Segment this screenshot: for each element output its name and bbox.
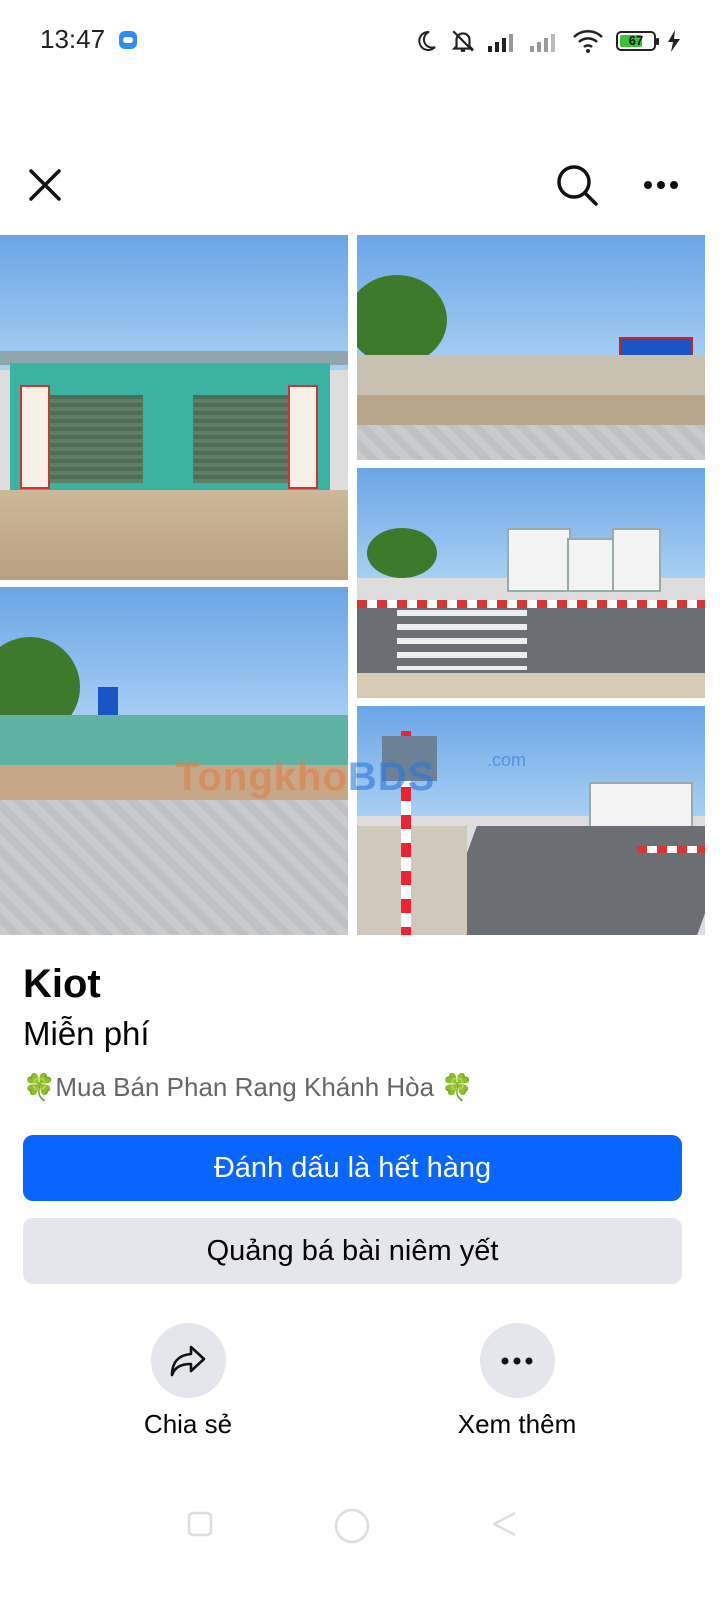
status-icons: 67 xyxy=(414,26,680,56)
recents-icon[interactable] xyxy=(186,1510,214,1538)
search-button[interactable] xyxy=(550,158,604,212)
share-icon xyxy=(170,1345,206,1376)
moon-icon xyxy=(418,30,436,51)
more-horizontal-icon xyxy=(501,1357,533,1364)
close-button[interactable] xyxy=(20,160,70,210)
see-more-label: Xem thêm xyxy=(457,1409,577,1439)
share-label: Chia sẻ xyxy=(143,1409,233,1439)
listing-group-link[interactable]: 🍀Mua Bán Phan Rang Khánh Hòa 🍀 xyxy=(23,1072,474,1103)
see-more-action[interactable]: Xem thêm xyxy=(432,1323,602,1440)
wifi-icon xyxy=(573,30,603,53)
more-options-button[interactable] xyxy=(634,160,688,210)
watermark: TongkhoBDS xyxy=(175,755,435,800)
close-icon xyxy=(29,169,61,201)
system-nav-bar xyxy=(0,1490,720,1570)
see-more-button[interactable] xyxy=(479,1323,555,1398)
share-button[interactable] xyxy=(150,1323,226,1398)
listing-photo-1[interactable] xyxy=(0,235,348,580)
watermark-part1: Tongkho xyxy=(175,755,348,799)
listing-photo-2[interactable] xyxy=(357,235,705,460)
more-horizontal-icon xyxy=(644,181,678,189)
share-action[interactable]: Chia sẻ xyxy=(103,1323,273,1440)
bell-off-icon xyxy=(451,30,475,52)
signal-icon xyxy=(488,34,513,52)
back-icon[interactable] xyxy=(490,1510,518,1538)
battery-icon: 67 xyxy=(616,31,659,51)
listing-price: Miễn phí xyxy=(23,1015,150,1052)
boost-listing-button[interactable]: Quảng bá bài niêm yết xyxy=(23,1218,682,1284)
search-icon xyxy=(557,165,598,206)
listing-title: Kiot xyxy=(23,962,101,1006)
listing-photo-5[interactable] xyxy=(357,706,705,935)
watermark-suffix: .com xyxy=(487,750,527,770)
listing-photo-3[interactable] xyxy=(357,468,705,698)
chat-notification-icon xyxy=(119,31,137,49)
signal-2-icon xyxy=(530,34,555,52)
home-icon[interactable] xyxy=(332,1506,372,1546)
watermark-part2: BDS xyxy=(347,755,436,799)
status-time: 13:47 xyxy=(40,24,106,54)
battery-level: 67 xyxy=(628,33,644,48)
mark-sold-button[interactable]: Đánh dấu là hết hàng xyxy=(23,1135,682,1201)
charging-icon xyxy=(668,30,680,52)
